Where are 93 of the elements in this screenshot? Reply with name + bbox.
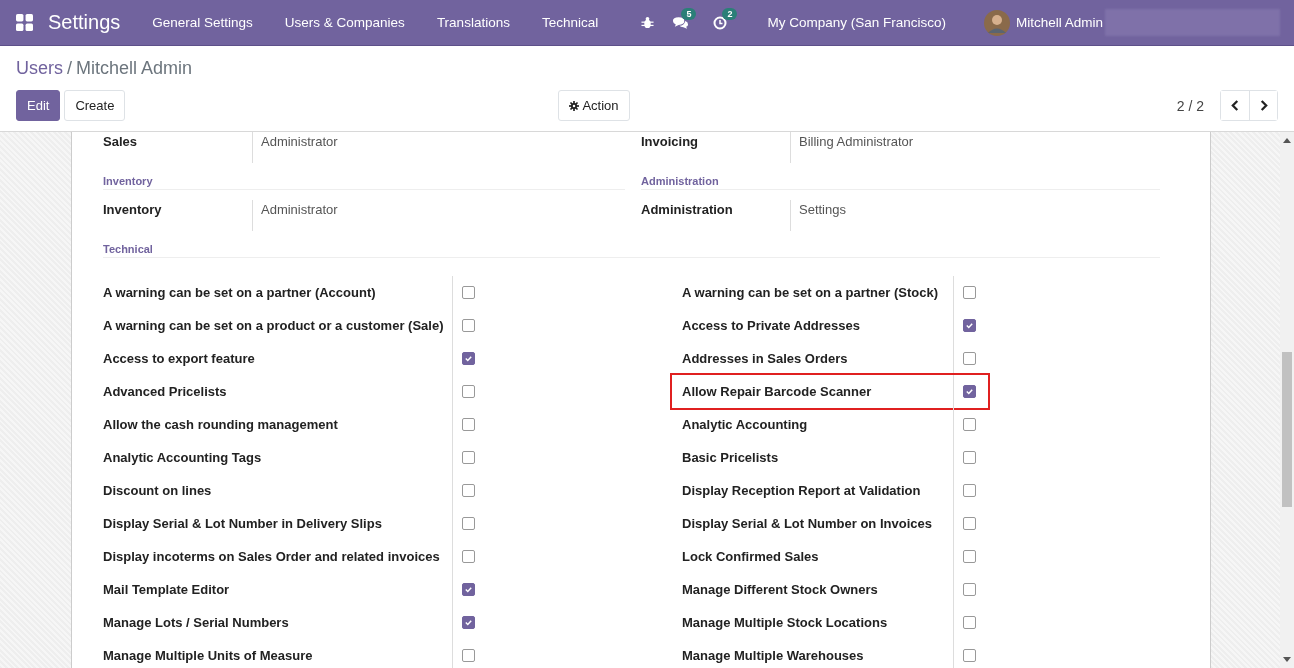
field-value: Settings <box>790 200 1160 231</box>
checkbox[interactable] <box>462 451 475 464</box>
field-label: Advanced Pricelists <box>103 384 228 399</box>
bug-icon[interactable] <box>641 16 655 29</box>
field-label: Manage Multiple Units of Measure <box>103 648 314 663</box>
breadcrumb-link[interactable]: Users <box>16 58 63 79</box>
section-heading: Administration <box>641 175 1160 190</box>
chat-icon[interactable] <box>672 15 690 30</box>
field-label: Manage Multiple Warehouses <box>682 648 865 663</box>
field-label: Allow the cash rounding management <box>103 417 339 432</box>
checkbox[interactable] <box>462 352 475 365</box>
field-label: Display Reception Report at Validation <box>682 483 922 498</box>
field-label: Addresses in Sales Orders <box>682 351 849 366</box>
checkmark-icon <box>464 618 473 627</box>
checkbox[interactable] <box>963 451 976 464</box>
checkbox[interactable] <box>963 550 976 563</box>
field-label: Display Serial & Lot Number on Invoices <box>682 516 933 531</box>
field-label: Administration <box>641 201 734 219</box>
checkbox[interactable] <box>963 583 976 596</box>
checkbox[interactable] <box>963 418 976 431</box>
field-label: Discount on lines <box>103 483 213 498</box>
checkmark-icon <box>965 387 974 396</box>
checkbox[interactable] <box>462 385 475 398</box>
field-label: Manage Different Stock Owners <box>682 582 879 597</box>
field-label: Allow Repair Barcode Scanner <box>682 384 873 399</box>
activity-count-badge: 2 <box>722 7 738 20</box>
gear-icon <box>569 100 580 111</box>
field-label: A warning can be set on a partner (Account) <box>103 285 377 300</box>
checkbox[interactable] <box>963 286 976 299</box>
menu-item[interactable]: Technical <box>541 15 599 30</box>
menu-item[interactable]: Translations <box>436 15 510 30</box>
checkbox[interactable] <box>462 286 475 299</box>
menu-item[interactable]: General Settings <box>152 15 253 30</box>
scrollbar-thumb[interactable] <box>1282 352 1292 507</box>
company-switcher[interactable]: My Company (San Francisco) <box>767 15 946 30</box>
checkbox[interactable] <box>963 649 976 662</box>
field-label: A warning can be set on a partner (Stock) <box>682 285 939 300</box>
field-label: Display incoterms on Sales Order and related invoices <box>103 549 441 564</box>
checkmark-icon <box>464 354 473 363</box>
field-label: Access to export feature <box>103 351 256 366</box>
field-label: Sales <box>103 133 138 151</box>
field-label: Manage Lots / Serial Numbers <box>103 615 290 630</box>
field-label: Invoicing <box>641 133 700 151</box>
checkbox[interactable] <box>462 517 475 530</box>
checkbox[interactable] <box>963 385 976 398</box>
breadcrumb-current: Mitchell Admin <box>76 58 193 79</box>
field-label: Lock Confirmed Sales <box>682 549 820 564</box>
field-value: Administrator <box>252 132 625 163</box>
field-value: Administrator <box>252 200 625 231</box>
action-button[interactable]: Action <box>558 90 630 121</box>
field-label: Inventory <box>103 201 163 219</box>
create-button[interactable]: Create <box>64 90 126 121</box>
field-label: Manage Multiple Stock Locations <box>682 615 889 630</box>
field-label: Basic Pricelists <box>682 450 780 465</box>
checkbox[interactable] <box>462 550 475 563</box>
avatar-icon[interactable] <box>983 9 1010 36</box>
chevron-right-icon <box>1259 100 1268 111</box>
scroll-up-icon[interactable] <box>1283 138 1291 143</box>
edit-button[interactable]: Edit <box>16 90 61 121</box>
checkbox[interactable] <box>462 319 475 332</box>
checkmark-icon <box>464 585 473 594</box>
field-label: Mail Template Editor <box>103 582 231 597</box>
checkbox[interactable] <box>963 352 976 365</box>
checkbox[interactable] <box>963 319 976 332</box>
message-count-badge: 5 <box>681 7 697 20</box>
user-menu[interactable]: Mitchell Admin <box>1015 15 1103 30</box>
checkbox[interactable] <box>963 616 976 629</box>
app-title[interactable]: Settings <box>48 11 121 34</box>
field-label: Analytic Accounting Tags <box>103 450 263 465</box>
clock-icon[interactable] <box>713 15 728 30</box>
chevron-left-icon <box>1230 100 1240 111</box>
checkbox[interactable] <box>963 517 976 530</box>
breadcrumb-separator: / <box>67 58 73 79</box>
field-label: Access to Private Addresses <box>682 318 861 333</box>
section-heading: Inventory <box>103 175 625 190</box>
menu-item[interactable]: Users & Companies <box>284 15 405 30</box>
checkmark-icon <box>965 321 974 330</box>
scrollbar[interactable] <box>1280 132 1294 668</box>
checkbox[interactable] <box>462 649 475 662</box>
apps-grid-icon[interactable] <box>16 14 33 31</box>
checkbox[interactable] <box>462 418 475 431</box>
next-button[interactable] <box>1249 91 1277 120</box>
section-heading: Technical <box>103 243 1160 258</box>
checkbox[interactable] <box>462 616 475 629</box>
checkbox[interactable] <box>462 484 475 497</box>
field-label: A warning can be set on a product or a customer (Sale) <box>103 318 445 333</box>
checkbox[interactable] <box>462 583 475 596</box>
checkbox[interactable] <box>963 484 976 497</box>
scroll-down-icon[interactable] <box>1283 657 1291 662</box>
field-value: Billing Administrator <box>790 132 1160 163</box>
field-label: Display Serial & Lot Number in Delivery Slips <box>103 516 383 531</box>
pager-counter: 2 / 2 <box>1176 97 1204 114</box>
field-label: Analytic Accounting <box>682 417 809 432</box>
